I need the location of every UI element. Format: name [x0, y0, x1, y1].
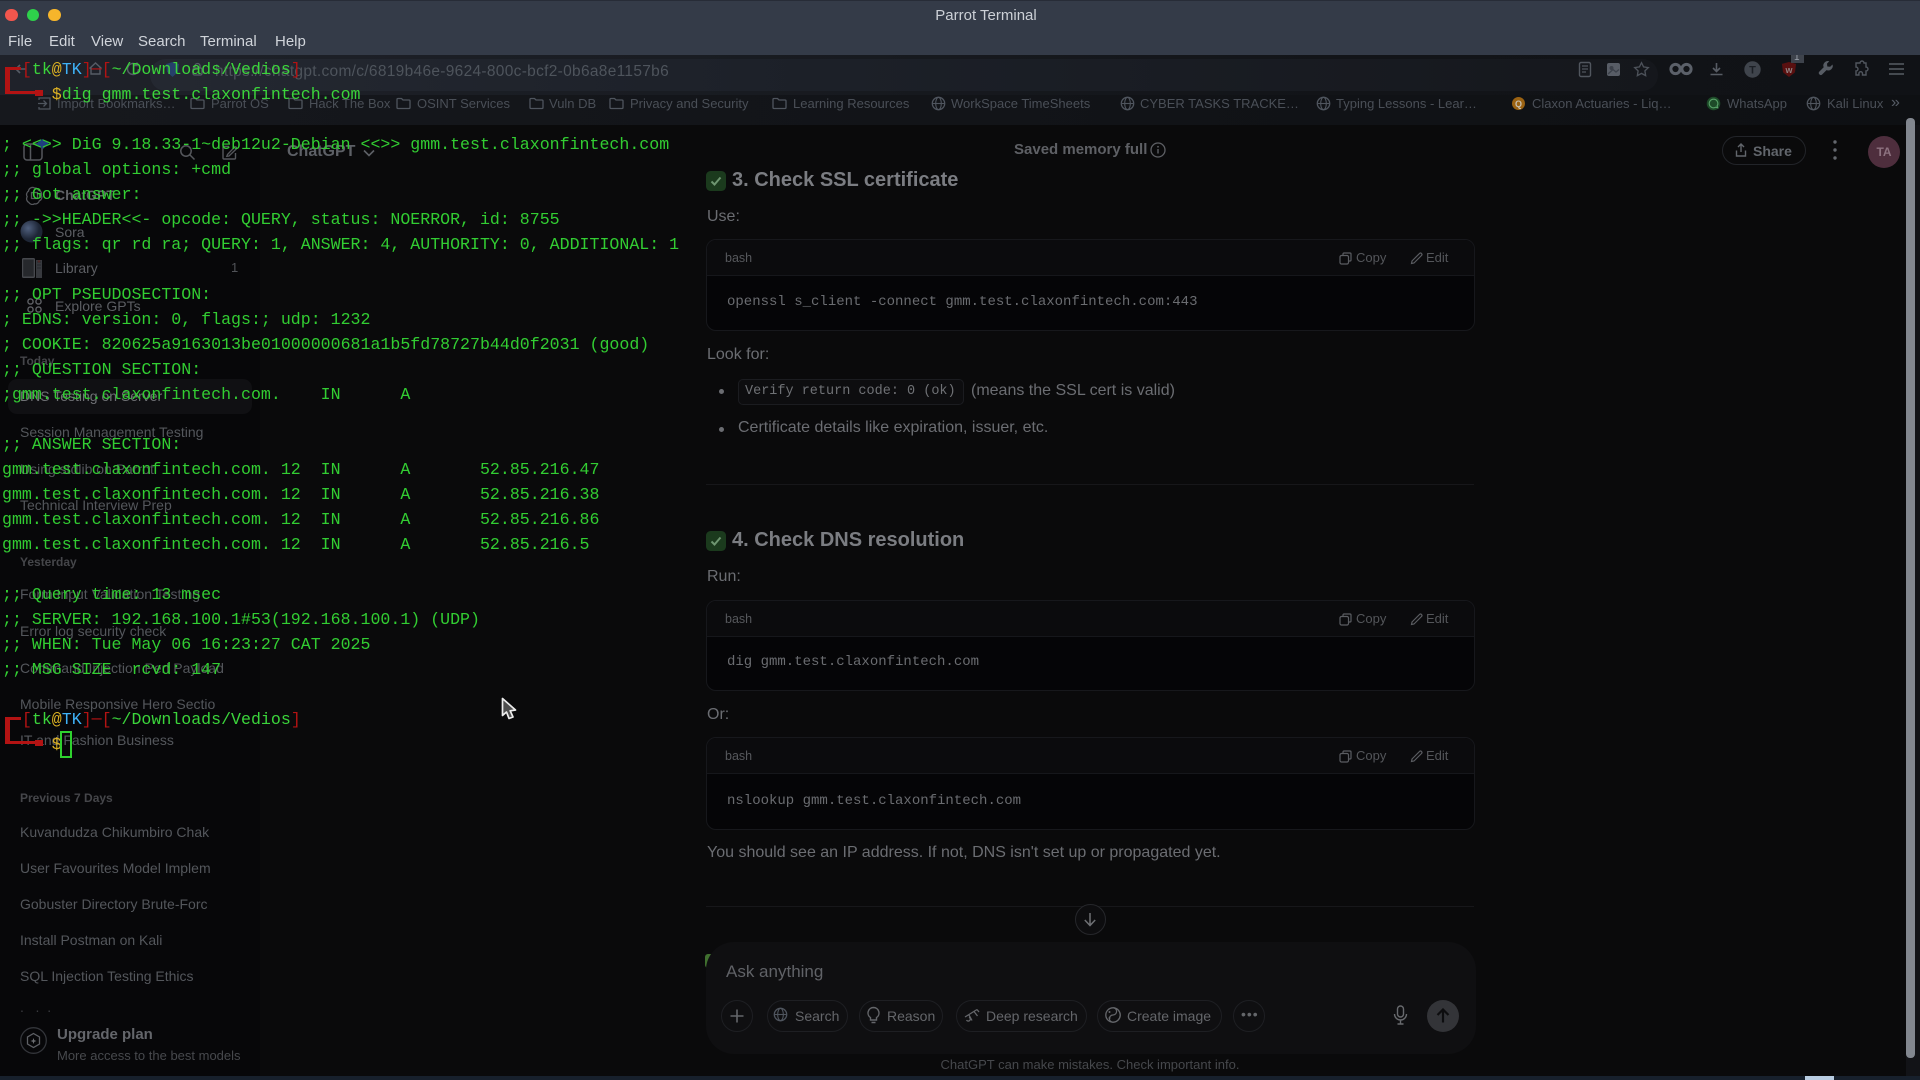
svg-text:Q: Q: [1515, 99, 1522, 109]
svg-text:T: T: [1749, 65, 1756, 77]
svg-text:w: w: [1785, 65, 1793, 75]
